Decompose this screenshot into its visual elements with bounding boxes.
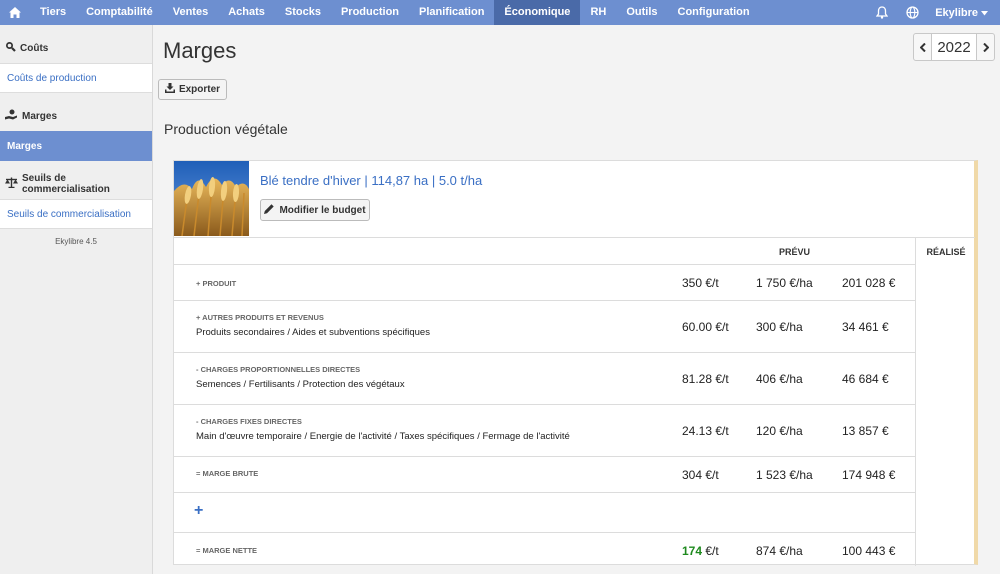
value-per-ha: 406 €/ha [756, 372, 803, 386]
page-title: Marges [163, 38, 237, 63]
scale-icon [5, 177, 18, 191]
section-title: Production végétale [164, 121, 288, 137]
value-total: 13 857 € [842, 424, 889, 438]
table-row-marge-nette: = Marge nette 174 €/t 874 €/ha 100 443 € [174, 533, 915, 566]
value-per-ha: 1 750 €/ha [756, 276, 813, 290]
download-icon [164, 83, 175, 96]
export-button[interactable]: Exporter [158, 79, 227, 100]
nav-item-planification[interactable]: Planification [409, 0, 494, 25]
user-menu[interactable]: Ekylibre [927, 7, 1000, 19]
pencil-icon [264, 203, 275, 217]
user-name: Ekylibre [935, 6, 978, 19]
sidebar-item-marges[interactable]: Marges [0, 131, 152, 161]
sidebar-item-couts-de-production[interactable]: Coûts de production [0, 63, 152, 93]
sidebar: Coûts Coûts de production Marges Marges … [0, 25, 153, 574]
next-year-button[interactable] [977, 34, 994, 60]
value-total: 100 443 € [842, 544, 896, 558]
search-icon [5, 41, 16, 55]
table-row-add: + [174, 493, 915, 533]
edit-budget-button[interactable]: Modifier le budget [260, 199, 370, 221]
margin-table: PRÉVU RÉALISÉ + Produit 350 €/t 1 750 €/… [174, 237, 975, 566]
row-description: Produits secondaires / Aides et subventi… [196, 327, 430, 338]
hand-coin-icon [5, 109, 18, 123]
wheat-image [174, 161, 249, 236]
sidebar-heading-seuils: Seuils de commercialisation [0, 169, 152, 199]
value-per-ton: 350 €/t [682, 276, 719, 290]
nav-item-economique[interactable]: Économique [494, 0, 581, 25]
nav-item-tiers[interactable]: Tiers [30, 0, 76, 25]
row-category: = Marge brute [196, 469, 259, 478]
crop-margin-card: Blé tendre d'hiver | 114,87 ha | 5.0 t/h… [173, 160, 978, 566]
value-per-ton: 304 €/t [682, 468, 719, 482]
nav-item-comptabilite[interactable]: Comptabilité [76, 0, 163, 25]
app-version: Ekylibre 4.5 [55, 237, 97, 246]
nav-item-rh[interactable]: RH [580, 0, 616, 25]
sidebar-item-seuils-de-commercialisation[interactable]: Seuils de commercialisation [0, 199, 152, 229]
table-row-charges-proportionnelles: - Charges proportionnelles directes Seme… [174, 353, 915, 405]
sidebar-heading-couts: Coûts [0, 33, 152, 63]
table-row-marge-brute: = Marge brute 304 €/t 1 523 €/ha 174 948… [174, 457, 915, 493]
crop-title-link[interactable]: Blé tendre d'hiver | 114,87 ha | 5.0 t/h… [260, 173, 482, 188]
row-category: + Produit [196, 279, 237, 288]
table-row-autres-produits: + Autres produits et revenus Produits se… [174, 301, 915, 353]
nav-item-achats[interactable]: Achats [218, 0, 275, 25]
value-per-ton: 24.13 €/t [682, 424, 729, 438]
row-description: Semences / Fertilisants / Protection des… [196, 379, 405, 390]
current-year: 2022 [931, 34, 977, 60]
nav-item-stocks[interactable]: Stocks [275, 0, 331, 25]
table-row-charges-fixes: - Charges fixes directes Main d'œuvre te… [174, 405, 915, 457]
bell-icon[interactable] [867, 0, 897, 25]
prevu-header: PRÉVU [779, 247, 811, 257]
previous-year-button[interactable] [914, 34, 931, 60]
row-category: - Charges proportionnelles directes [196, 365, 361, 374]
top-navigation-bar: Tiers Comptabilité Ventes Achats Stocks … [0, 0, 1000, 25]
home-icon[interactable] [0, 0, 30, 25]
nav-item-outils[interactable]: Outils [616, 0, 667, 25]
row-category: + Autres produits et revenus [196, 313, 324, 322]
globe-icon[interactable] [897, 0, 927, 25]
nav-item-ventes[interactable]: Ventes [163, 0, 218, 25]
value-total: 46 684 € [842, 372, 889, 386]
value-total: 174 948 € [842, 468, 896, 482]
add-charge-button[interactable]: + [194, 502, 203, 520]
value-total: 201 028 € [842, 276, 896, 290]
value-total: 34 461 € [842, 320, 889, 334]
value-per-ha: 120 €/ha [756, 424, 803, 438]
row-category: - Charges fixes directes [196, 417, 302, 426]
row-category: = Marge nette [196, 546, 258, 555]
nav-item-production[interactable]: Production [331, 0, 409, 25]
value-per-ton: 174 €/t [682, 544, 719, 558]
nav-item-configuration[interactable]: Configuration [668, 0, 760, 25]
realise-column: RÉALISÉ [915, 238, 975, 566]
caret-down-icon [981, 7, 988, 19]
value-per-ton: 81.28 €/t [682, 372, 729, 386]
value-per-ton: 60.00 €/t [682, 320, 729, 334]
value-per-ha: 1 523 €/ha [756, 468, 813, 482]
year-navigator: 2022 [913, 33, 995, 61]
sidebar-heading-marges: Marges [0, 101, 152, 131]
row-description: Main d'œuvre temporaire / Energie de l'a… [196, 431, 570, 442]
table-row-produit: + Produit 350 €/t 1 750 €/ha 201 028 € [174, 265, 915, 301]
prevu-header-row: PRÉVU [174, 238, 915, 265]
main-content: Marges 2022 Exporter Production végétale [153, 25, 1000, 574]
value-per-ha: 300 €/ha [756, 320, 803, 334]
realise-header: RÉALISÉ [926, 246, 966, 257]
value-per-ha: 874 €/ha [756, 544, 803, 558]
